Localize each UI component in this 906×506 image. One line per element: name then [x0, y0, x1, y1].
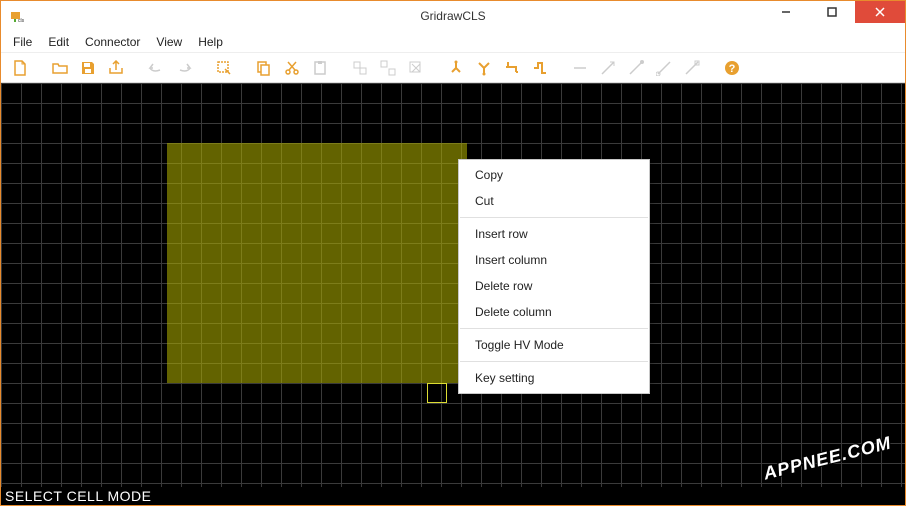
select-area-icon[interactable]: [211, 56, 237, 80]
redo-icon[interactable]: [171, 56, 197, 80]
delete-group-icon[interactable]: [403, 56, 429, 80]
connector-1-icon[interactable]: [443, 56, 469, 80]
connector-4-icon[interactable]: [527, 56, 553, 80]
ctx-cut[interactable]: Cut: [459, 188, 649, 214]
save-icon[interactable]: [75, 56, 101, 80]
connector-3-icon[interactable]: [499, 56, 525, 80]
group-icon[interactable]: [347, 56, 373, 80]
connector-2-icon[interactable]: [471, 56, 497, 80]
menu-help[interactable]: Help: [190, 33, 231, 51]
app-icon: cls: [9, 8, 25, 24]
ctx-insert-column[interactable]: Insert column: [459, 247, 649, 273]
ctx-separator: [460, 217, 648, 218]
ctx-insert-row[interactable]: Insert row: [459, 221, 649, 247]
ctx-delete-row[interactable]: Delete row: [459, 273, 649, 299]
ctx-key-setting[interactable]: Key setting: [459, 365, 649, 391]
cursor-cell: [427, 383, 447, 403]
context-menu: Copy Cut Insert row Insert column Delete…: [458, 159, 650, 394]
line-5-icon[interactable]: [679, 56, 705, 80]
toolbar: ?: [1, 53, 905, 83]
close-button[interactable]: [855, 1, 905, 23]
new-file-icon[interactable]: [7, 56, 33, 80]
ctx-copy[interactable]: Copy: [459, 162, 649, 188]
line-3-icon[interactable]: [623, 56, 649, 80]
ctx-toggle-hv[interactable]: Toggle HV Mode: [459, 332, 649, 358]
undo-icon[interactable]: [143, 56, 169, 80]
menu-connector[interactable]: Connector: [77, 33, 148, 51]
cut-icon[interactable]: [279, 56, 305, 80]
status-text: SELECT CELL MODE: [5, 488, 152, 504]
titlebar: cls GridrawCLS: [1, 1, 905, 31]
ctx-separator: [460, 328, 648, 329]
window-controls: [763, 1, 905, 23]
export-icon[interactable]: [103, 56, 129, 80]
ungroup-icon[interactable]: [375, 56, 401, 80]
line-1-icon[interactable]: [567, 56, 593, 80]
statusbar: SELECT CELL MODE: [1, 487, 905, 505]
app-window: cls GridrawCLS File Edit Connector View …: [0, 0, 906, 506]
open-file-icon[interactable]: [47, 56, 73, 80]
canvas[interactable]: Copy Cut Insert row Insert column Delete…: [1, 83, 905, 487]
help-icon[interactable]: ?: [719, 56, 745, 80]
paste-icon[interactable]: [307, 56, 333, 80]
svg-text:?: ?: [729, 63, 736, 75]
copy-icon[interactable]: [251, 56, 277, 80]
cell-selection: [167, 143, 467, 383]
svg-text:cls: cls: [18, 18, 25, 24]
menu-view[interactable]: View: [148, 33, 190, 51]
minimize-button[interactable]: [763, 1, 809, 23]
menu-file[interactable]: File: [5, 33, 40, 51]
line-2-icon[interactable]: [595, 56, 621, 80]
menu-edit[interactable]: Edit: [40, 33, 77, 51]
ctx-delete-column[interactable]: Delete column: [459, 299, 649, 325]
line-4-icon[interactable]: [651, 56, 677, 80]
maximize-button[interactable]: [809, 1, 855, 23]
menubar: File Edit Connector View Help: [1, 31, 905, 53]
ctx-separator: [460, 361, 648, 362]
